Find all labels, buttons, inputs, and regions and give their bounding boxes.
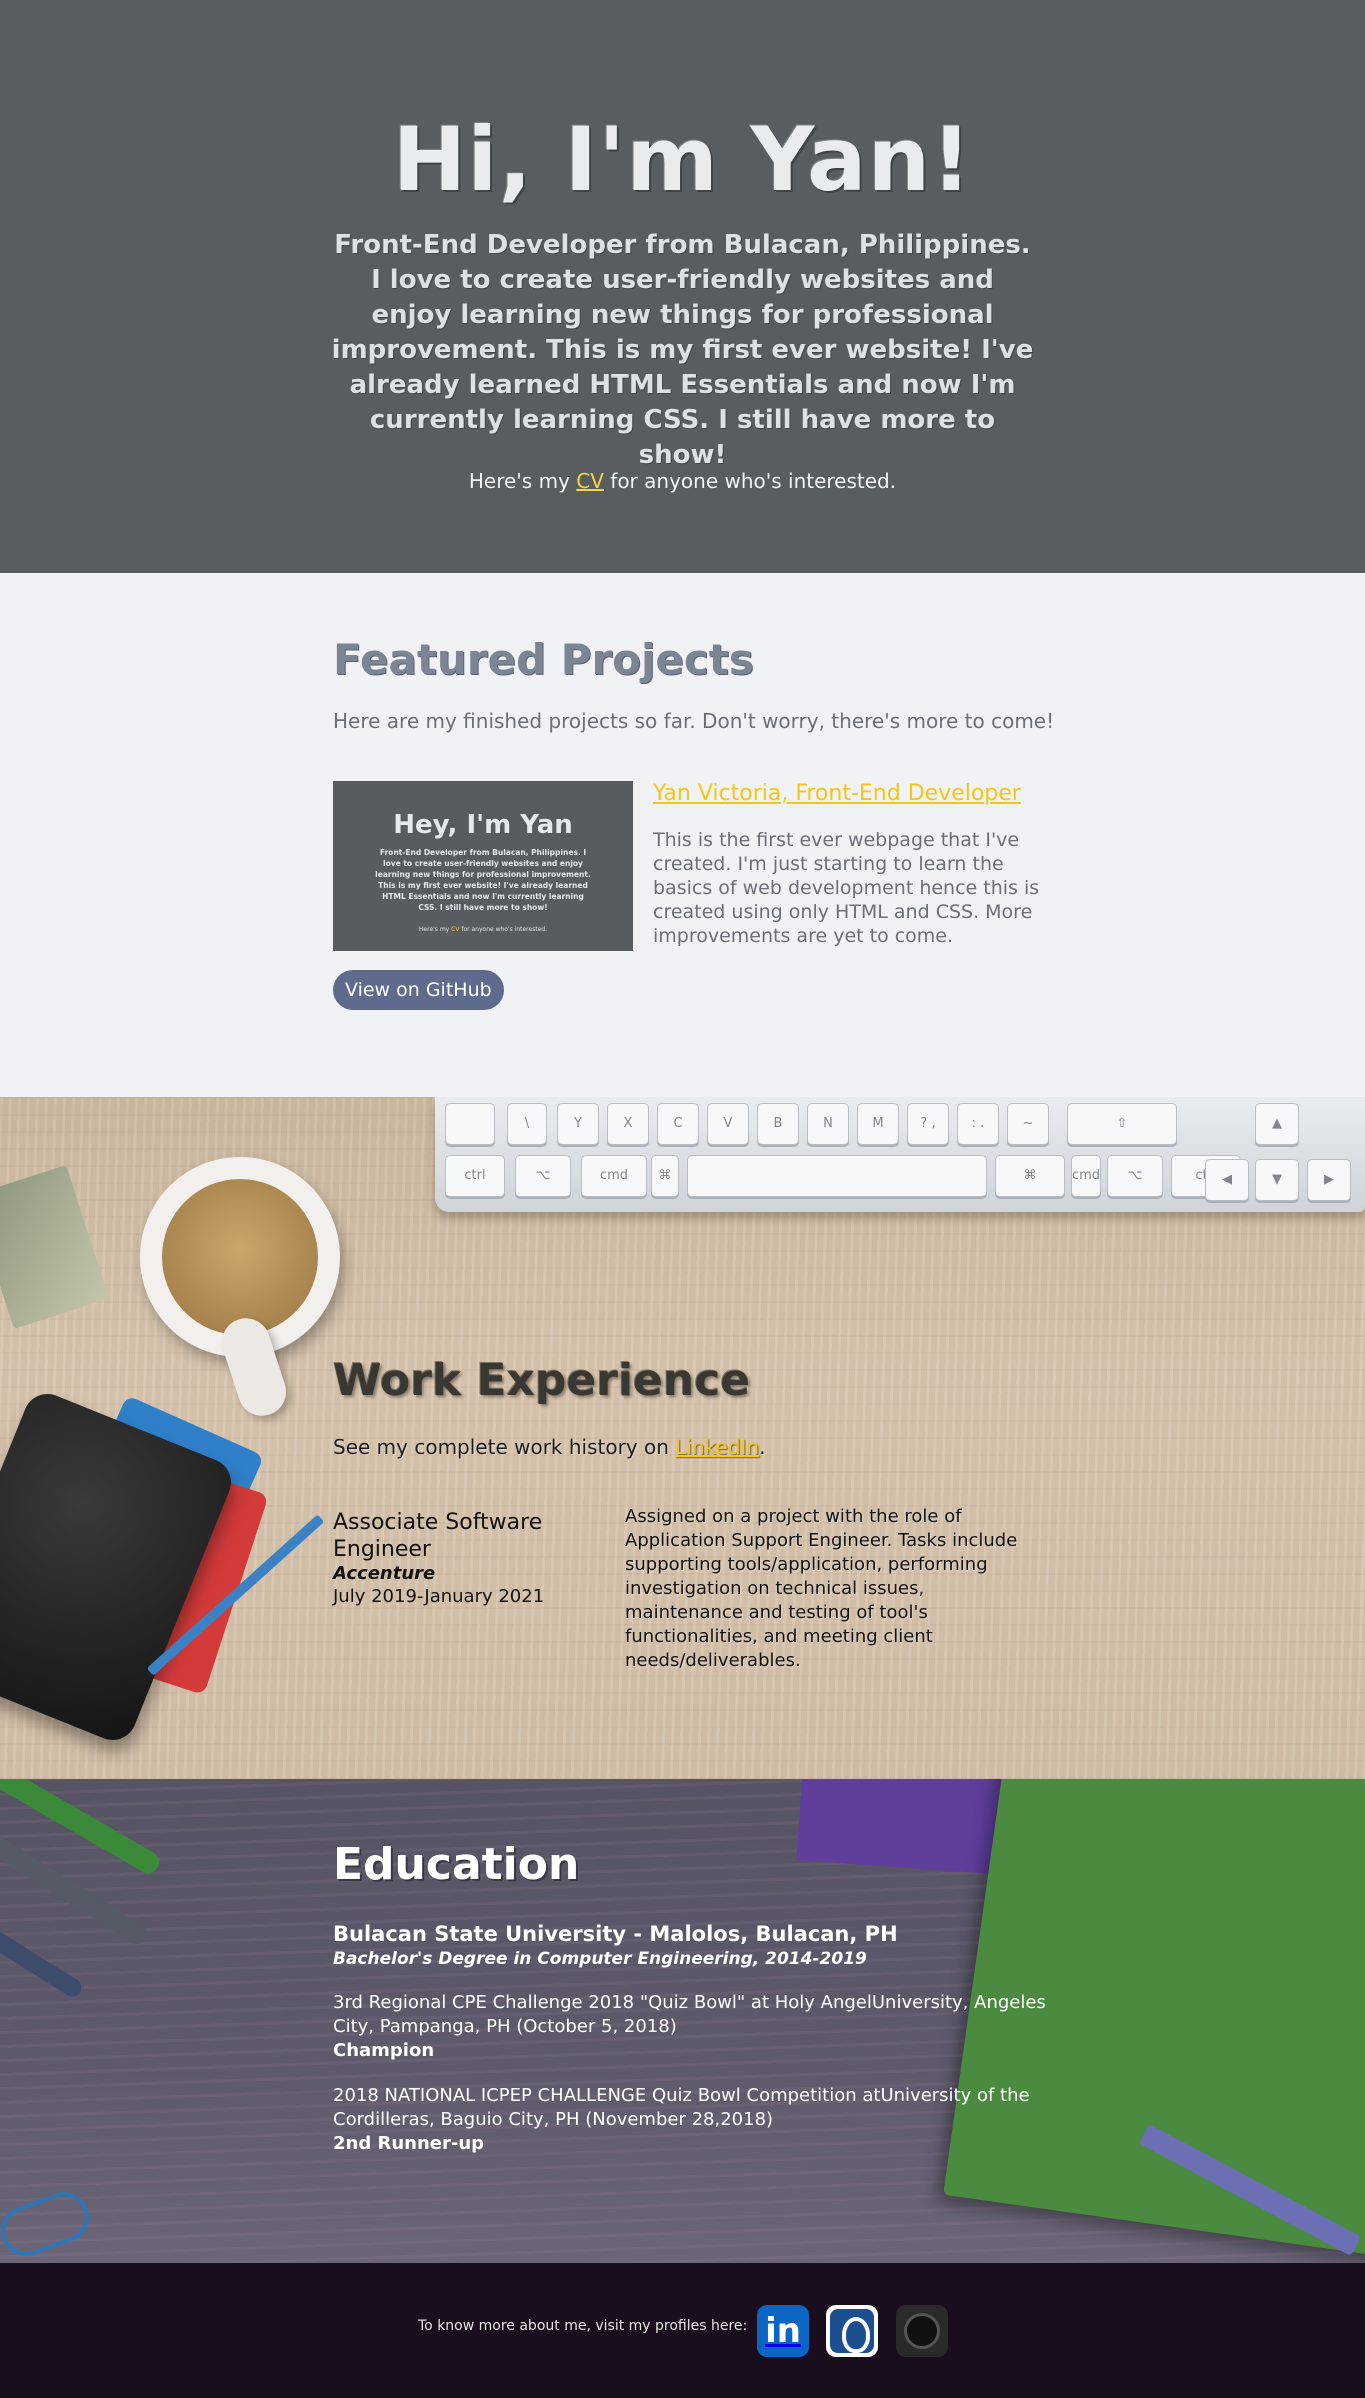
linkedin-icon[interactable]: in — [757, 2305, 809, 2357]
award-item: 2018 NATIONAL ICPEP CHALLENGE Quiz Bowl … — [333, 2084, 1053, 2156]
project-description: This is the first ever webpage that I've… — [653, 829, 1040, 947]
keyboard-key: \ — [507, 1103, 547, 1145]
work-subtitle-suffix: . — [759, 1435, 766, 1459]
work-title: Work Experience — [333, 1355, 751, 1406]
job-company: Accenture — [333, 1563, 436, 1584]
footer: To know more about me, visit my profiles… — [0, 2263, 1365, 2398]
award-text: 2018 NATIONAL ICPEP CHALLENGE Quiz Bowl … — [333, 2085, 1030, 2130]
keyboard-key: B — [757, 1103, 799, 1145]
keyboard-decoration: \ Y X C V B N M ? , : . ~ ⇧ ▲ ctrl ⌥ cmd… — [435, 1097, 1365, 1212]
keyboard-key — [445, 1103, 495, 1145]
featured-title: Featured Projects — [333, 635, 754, 684]
freecodecamp-icon[interactable] — [826, 2305, 878, 2357]
keyboard-key: ▶ — [1307, 1159, 1351, 1201]
hero-cv-line: Here's my CV for anyone who's interested… — [0, 468, 1365, 494]
keyboard-key: M — [857, 1103, 899, 1145]
blue-pen-decoration — [0, 1915, 85, 2001]
keyboard-key: ▼ — [1255, 1159, 1299, 1201]
award-place: 2nd Runner-up — [333, 2133, 485, 2154]
thumbnail-cv-prefix: Here's my — [418, 926, 452, 933]
keyboard-key: ~ — [1007, 1103, 1049, 1145]
keyboard-key: : . — [957, 1103, 999, 1145]
thumbnail-bio: Front-End Developer from Bulacan, Philip… — [375, 848, 591, 912]
work-subtitle-prefix: See my complete work history on — [333, 1435, 676, 1459]
linkedin-glyph: in — [765, 2311, 801, 2351]
keyboard-key: ◀ — [1205, 1159, 1249, 1201]
keyboard-key: ⌘ — [651, 1155, 679, 1197]
keyboard-key: ⇧ — [1067, 1103, 1177, 1145]
hero-section: Hi, I'm Yan! Front-End Developer from Bu… — [0, 0, 1365, 573]
keyboard-key: ▲ — [1255, 1103, 1299, 1145]
paperclip-decoration — [0, 2185, 96, 2263]
work-experience-section: \ Y X C V B N M ? , : . ~ ⇧ ▲ ctrl ⌥ cmd… — [0, 1097, 1365, 1779]
github-icon[interactable] — [896, 2305, 948, 2357]
award-item: 3rd Regional CPE Challenge 2018 "Quiz Bo… — [333, 1991, 1053, 2063]
award-place: Champion — [333, 2040, 435, 2061]
project-thumbnail[interactable]: Hey, I'm Yan Front-End Developer from Bu… — [333, 781, 633, 951]
keyboard-key: C — [657, 1103, 699, 1145]
keyboard-key: X — [607, 1103, 649, 1145]
github-glyph — [904, 2313, 940, 2349]
education-section: Education Bulacan State University - Mal… — [0, 1779, 1365, 2263]
education-degree: Bachelor's Degree in Computer Engineerin… — [333, 1949, 867, 1969]
cv-suffix: for anyone who's interested. — [603, 469, 897, 493]
linkedin-link[interactable]: LinkedIn — [675, 1435, 759, 1459]
hero-title: Hi, I'm Yan! — [392, 108, 973, 211]
award-text: 3rd Regional CPE Challenge 2018 "Quiz Bo… — [333, 1992, 1046, 2037]
keyboard-key: ⌘ — [995, 1155, 1065, 1197]
featured-subtitle: Here are my finished projects so far. Do… — [333, 709, 1055, 733]
work-subtitle: See my complete work history on LinkedIn… — [333, 1435, 765, 1459]
thumbnail-cv-suffix: for anyone who's interested. — [459, 926, 548, 933]
education-school: Bulacan State University - Malolos, Bula… — [333, 1922, 898, 1946]
footer-text: To know more about me, visit my profiles… — [418, 2318, 748, 2334]
keyboard-spacebar — [687, 1155, 987, 1197]
project-link[interactable]: Yan Victoria, Front-End Developer — [653, 781, 1021, 806]
hero-bio: Front-End Developer from Bulacan, Philip… — [331, 230, 1034, 470]
featured-projects-section: Featured Projects Here are my finished p… — [0, 573, 1365, 1097]
job-description: Assigned on a project with the role of A… — [625, 1506, 1018, 1671]
keyboard-key: ⌥ — [515, 1155, 571, 1197]
keyboard-key: ? , — [907, 1103, 949, 1145]
job-title: Associate Software Engineer — [333, 1510, 543, 1562]
thumbnail-title: Hey, I'm Yan — [393, 810, 573, 840]
money-decoration — [0, 1164, 110, 1330]
keyboard-key: cmd — [1071, 1155, 1101, 1197]
cv-prefix: Here's my — [468, 469, 577, 493]
job-dates: July 2019-January 2021 — [333, 1586, 545, 1607]
keyboard-key: V — [707, 1103, 749, 1145]
keyboard-key: Y — [557, 1103, 599, 1145]
keyboard-key: ctrl — [445, 1155, 505, 1197]
freecodecamp-glyph — [830, 2309, 874, 2353]
education-title: Education — [333, 1839, 580, 1890]
keyboard-key: N — [807, 1103, 849, 1145]
keyboard-key: ⌥ — [1107, 1155, 1163, 1197]
thumbnail-cv-line: Here's my CV for anyone who's interested… — [333, 926, 633, 933]
cv-link[interactable]: CV — [576, 469, 604, 493]
keyboard-key: cmd — [581, 1155, 647, 1197]
view-on-github-button[interactable]: View on GitHub — [333, 970, 504, 1010]
